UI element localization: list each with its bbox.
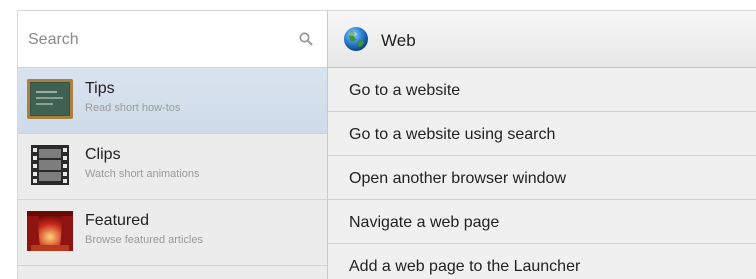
panel-title: Web xyxy=(381,31,416,50)
topic-row[interactable]: Add a web page to the Launcher xyxy=(328,244,756,279)
sidebar-item-clips[interactable]: Clips Watch short animations xyxy=(18,134,327,200)
sidebar-item-title: Featured xyxy=(85,212,150,229)
topic-panel: Web Go to a website Go to a website usin… xyxy=(328,11,756,279)
topic-row-label: Open another browser window xyxy=(349,170,567,187)
help-app-window: Tips Read short how-tos Clips W xyxy=(17,10,756,279)
sidebar-item-title: Tips xyxy=(85,80,115,97)
sidebar-item-subtitle: Browse featured articles xyxy=(85,234,203,246)
film-strip-icon xyxy=(31,145,69,185)
topic-row[interactable]: Go to a website using search xyxy=(328,112,756,156)
topic-row-label: Navigate a web page xyxy=(349,214,500,231)
search-bar xyxy=(18,11,327,68)
sidebar: Tips Read short how-tos Clips W xyxy=(18,11,328,279)
panel-header: Web xyxy=(328,11,756,68)
search-icon[interactable] xyxy=(298,31,314,47)
topic-row[interactable]: Open another browser window xyxy=(328,156,756,200)
topic-row[interactable]: Navigate a web page xyxy=(328,200,756,244)
stage-curtain-icon xyxy=(27,211,73,251)
topic-row-label: Go to a website using search xyxy=(349,126,556,143)
topic-row-label: Add a web page to the Launcher xyxy=(349,258,581,275)
sidebar-item-featured[interactable]: Featured Browse featured articles xyxy=(18,200,327,266)
sidebar-item-subtitle: Watch short animations xyxy=(85,168,200,180)
topic-row[interactable]: Go to a website xyxy=(328,68,756,112)
sidebar-item-subtitle: Read short how-tos xyxy=(85,102,181,114)
search-input[interactable] xyxy=(28,28,268,52)
globe-icon xyxy=(344,27,368,51)
topic-row-label: Go to a website xyxy=(349,82,461,99)
sidebar-item-title: Clips xyxy=(85,146,121,163)
sidebar-item-tips[interactable]: Tips Read short how-tos xyxy=(18,68,327,134)
chalkboard-icon xyxy=(27,79,73,119)
